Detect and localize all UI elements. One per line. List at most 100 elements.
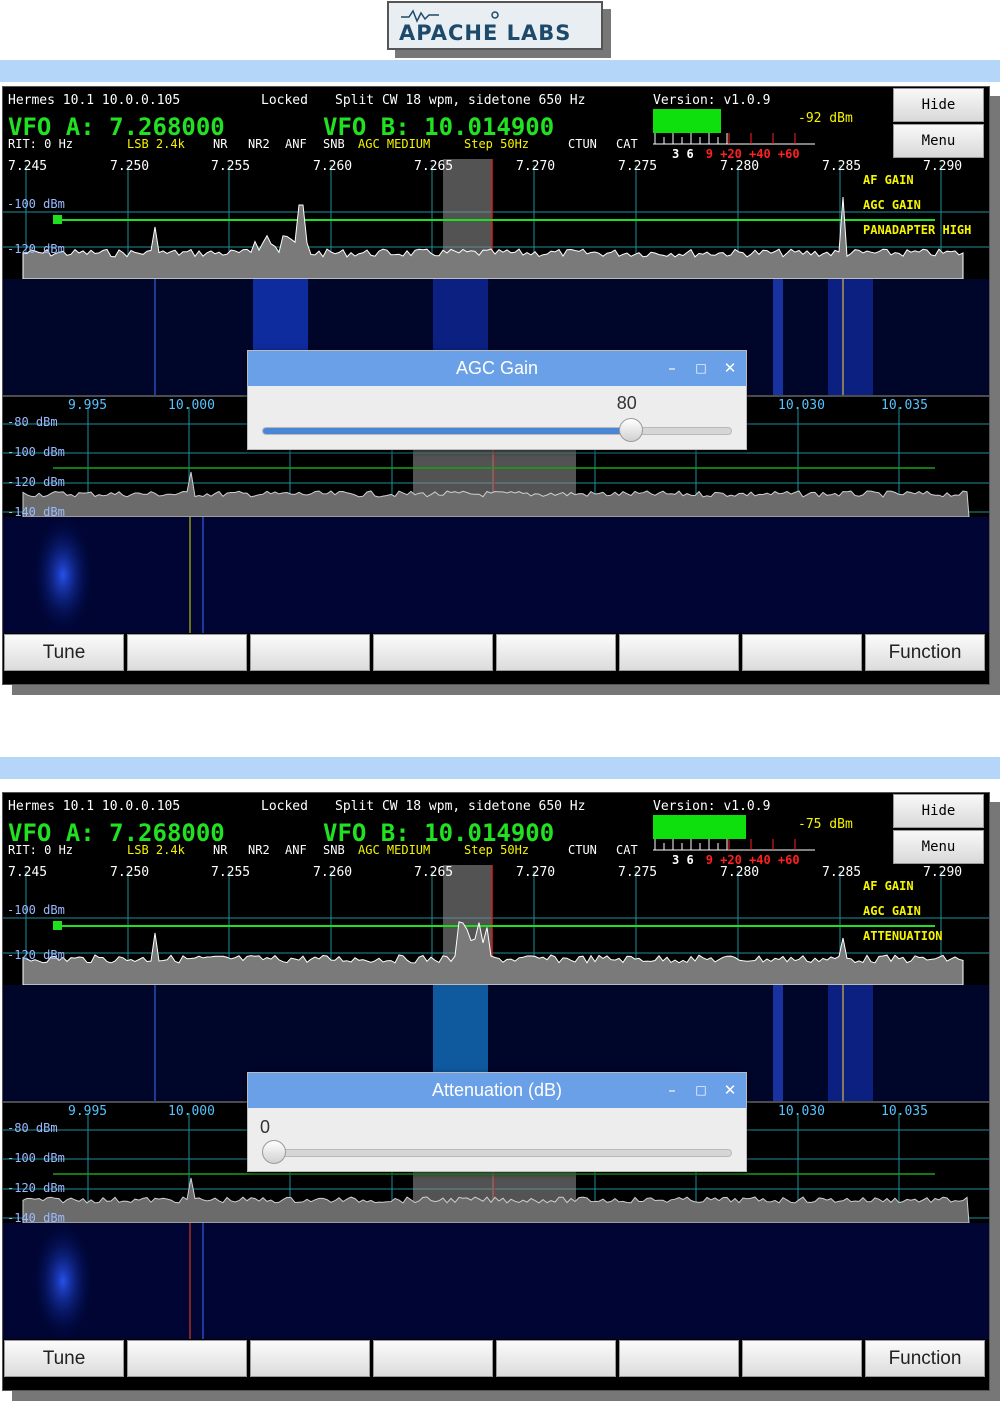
function-slot-button[interactable] (250, 1340, 370, 1377)
maximize-icon[interactable]: □ (690, 357, 712, 379)
pan1-freq-label: 7.260 (313, 865, 353, 880)
tune-button[interactable]: Tune (4, 1340, 124, 1377)
minimize-icon[interactable]: – (661, 1079, 683, 1101)
pan1-db-label: -120 dBm (7, 948, 65, 962)
minimize-icon[interactable]: – (661, 357, 683, 379)
function-slot-button[interactable] (250, 634, 370, 671)
pan1-freq-label: 7.280 (720, 865, 760, 880)
pan1-freq-label: 7.260 (313, 159, 353, 174)
menu-button[interactable]: Menu (893, 124, 984, 158)
waterfall-signal (33, 517, 93, 633)
function-slot-button[interactable] (742, 634, 862, 671)
pan1-freq-label: 7.250 (110, 865, 150, 880)
pan1-freq-label: 7.245 (8, 159, 48, 174)
signal-dbm: -75 dBm (798, 817, 853, 832)
pan2-freq-label: 10.000 (168, 398, 215, 413)
function-slot-button[interactable] (496, 1340, 616, 1377)
separator-band-bottom (0, 757, 1000, 779)
waterfall-signal (773, 985, 783, 1101)
separator-band-top (0, 60, 1000, 82)
sdr-screen-attenuation: Hermes 10.1 10.0.0.105 Locked Split CW 1… (2, 792, 990, 1391)
pan2-db-label: -80 dBm (7, 1121, 58, 1135)
slider-handle[interactable] (262, 1140, 286, 1164)
dialog-titlebar[interactable]: AGC Gain – □ ✕ (248, 351, 746, 386)
menu-button[interactable]: Menu (893, 830, 984, 864)
slider-dialog: AGC Gain – □ ✕ 80 (247, 350, 747, 450)
function-button[interactable]: Function (865, 1340, 985, 1377)
signal-dbm: -92 dBm (798, 111, 853, 126)
logo-text: APACHE LABS (399, 21, 572, 45)
pan1-freq-label: 7.255 (211, 159, 251, 174)
waterfall-signal (773, 279, 783, 395)
apache-labs-logo: APACHE LABS (387, 1, 603, 50)
bottom-button-bar: Tune Function (3, 633, 989, 684)
hide-button[interactable]: Hide (893, 794, 984, 828)
dialog-titlebar[interactable]: Attenuation (dB) – □ ✕ (248, 1073, 746, 1108)
panel-control-label: AGC GAIN (863, 198, 921, 212)
panel-control-label: ATTENUATION (863, 929, 943, 943)
agc-handle (53, 215, 62, 224)
pan2-freq-label: 9.995 (68, 398, 108, 413)
pan2-db-label: -80 dBm (7, 415, 58, 429)
function-slot-button[interactable] (373, 1340, 493, 1377)
pan1-freq-label: 7.270 (516, 159, 556, 174)
pan1-db-label: -100 dBm (7, 197, 65, 211)
pan1-freq-label: 7.255 (211, 865, 251, 880)
pan2-db-label: -120 dBm (7, 475, 65, 489)
pan2-db-label: -100 dBm (7, 1151, 65, 1165)
slider-value: 80 (616, 393, 637, 413)
pan1-freq-label: 7.290 (923, 159, 963, 174)
pan2-freq-label: 10.035 (881, 1104, 928, 1119)
pan1-freq-label: 7.250 (110, 159, 150, 174)
pan1-db-label: -100 dBm (7, 903, 65, 917)
function-slot-button[interactable] (619, 634, 739, 671)
function-slot-button[interactable] (742, 1340, 862, 1377)
pan1-freq-label: 7.265 (414, 159, 454, 174)
pan2-freq-label: 10.035 (881, 398, 928, 413)
function-slot-button[interactable] (373, 634, 493, 671)
slider-track[interactable] (262, 427, 732, 435)
pan2-freq-label: 10.000 (168, 1104, 215, 1119)
panel-control-label: AGC GAIN (863, 904, 921, 918)
slider-dialog: Attenuation (dB) – □ ✕ 0 (247, 1072, 747, 1172)
pan1-freq-label: 7.275 (618, 159, 658, 174)
pan1-freq-label: 7.285 (822, 865, 862, 880)
pan1-freq-label: 7.285 (822, 159, 862, 174)
function-slot-button[interactable] (496, 634, 616, 671)
sdr-screen-agc-gain: Hermes 10.1 10.0.0.105 Locked Split CW 1… (2, 86, 990, 685)
pan2-freq-label: 10.030 (778, 1104, 825, 1119)
spectrum-trace (22, 196, 964, 280)
pan1-freq-label: 7.245 (8, 865, 48, 880)
pan2-freq-label: 9.995 (68, 1104, 108, 1119)
pan2-db-label: -100 dBm (7, 445, 65, 459)
pan2-freq-label: 10.030 (778, 398, 825, 413)
slider-track[interactable] (262, 1149, 732, 1157)
function-slot-button[interactable] (127, 1340, 247, 1377)
maximize-icon[interactable]: □ (690, 1079, 712, 1101)
waterfall-signal (828, 279, 873, 395)
pan1-freq-label: 7.270 (516, 865, 556, 880)
pan1-freq-label: 7.290 (923, 865, 963, 880)
waterfall-signal (33, 1223, 93, 1339)
tune-button[interactable]: Tune (4, 634, 124, 671)
panel-control-label: PANADAPTER HIGH (863, 223, 972, 237)
pan1-freq-label: 7.280 (720, 159, 760, 174)
function-button[interactable]: Function (865, 634, 985, 671)
panel-control-label: AF GAIN (863, 879, 914, 893)
pan2-db-label: -140 dBm (7, 505, 65, 519)
pan2-db-label: -120 dBm (7, 1181, 65, 1195)
slider-fill (263, 428, 630, 434)
function-slot-button[interactable] (619, 1340, 739, 1377)
pan1-freq-label: 7.265 (414, 865, 454, 880)
bottom-button-bar: Tune Function (3, 1339, 989, 1390)
close-icon[interactable]: ✕ (719, 357, 741, 379)
waterfall-signal (828, 985, 873, 1101)
agc-handle (53, 921, 62, 930)
hide-button[interactable]: Hide (893, 88, 984, 122)
slider-value: 0 (260, 1117, 271, 1137)
pan1-db-label: -120 dBm (7, 242, 65, 256)
panel-control-label: AF GAIN (863, 173, 914, 187)
function-slot-button[interactable] (127, 634, 247, 671)
slider-handle[interactable] (618, 418, 643, 442)
close-icon[interactable]: ✕ (719, 1079, 741, 1101)
